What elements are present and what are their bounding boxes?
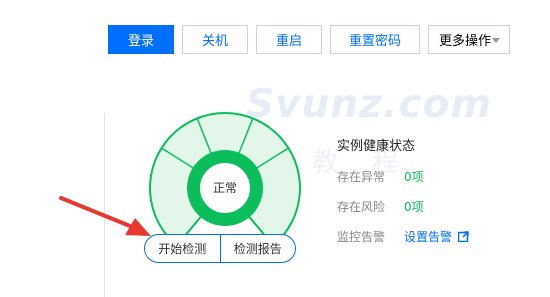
shutdown-button[interactable]: 关机 [182,25,248,54]
abnormal-label: 存在异常 [337,170,386,184]
restart-button[interactable]: 重启 [256,25,322,54]
check-report-button[interactable]: 检测报告 [221,235,296,262]
health-title: 实例健康状态 [337,139,416,154]
abnormal-count[interactable]: 0项 [404,168,424,185]
check-action-group: 开始检测 检测报告 [144,234,296,263]
external-link-icon [458,231,469,242]
more-actions-dropdown[interactable]: 更多操作 [428,25,510,54]
more-actions-label: 更多操作 [439,34,492,49]
red-arrow-annotation [59,196,151,236]
reset-password-button[interactable]: 重置密码 [330,25,420,54]
gauge-status: 正常 [213,181,237,195]
chevron-down-icon [492,38,500,43]
login-button[interactable]: 登录 [108,25,174,54]
set-alarm-label: 设置告警 [404,230,453,244]
set-alarm-link[interactable]: 设置告警 [404,228,469,245]
risk-count[interactable]: 0项 [404,198,424,215]
alarm-label: 监控告警 [337,230,386,244]
risk-label: 存在风险 [337,200,386,214]
